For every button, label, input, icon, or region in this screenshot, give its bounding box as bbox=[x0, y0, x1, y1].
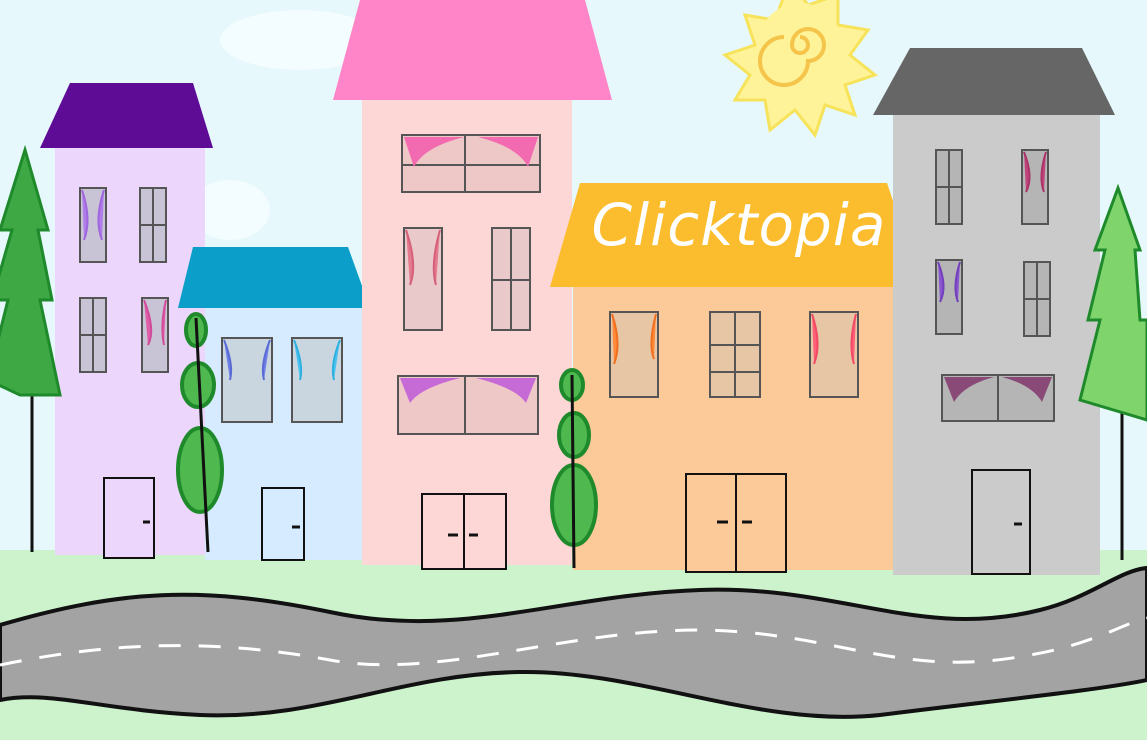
house-roof bbox=[178, 247, 370, 308]
window-icon bbox=[1021, 149, 1049, 225]
town-sign-text: Clicktopia bbox=[591, 191, 887, 259]
house-roof bbox=[873, 48, 1115, 115]
town-illustration bbox=[0, 0, 1147, 740]
window-icon bbox=[397, 375, 539, 435]
window-icon bbox=[709, 311, 761, 398]
house-gray bbox=[873, 48, 1115, 575]
window-icon bbox=[609, 311, 659, 398]
door-icon bbox=[971, 469, 1031, 575]
door-icon bbox=[421, 493, 507, 570]
door-icon bbox=[685, 473, 787, 573]
window-icon bbox=[139, 187, 167, 263]
window-icon bbox=[141, 297, 169, 373]
window-icon bbox=[291, 337, 343, 423]
window-icon bbox=[79, 187, 107, 263]
window-icon bbox=[935, 149, 963, 225]
window-icon bbox=[401, 134, 541, 193]
window-icon bbox=[935, 259, 963, 335]
door-icon bbox=[261, 487, 305, 561]
window-icon bbox=[79, 297, 107, 373]
window-icon bbox=[221, 337, 273, 423]
window-icon bbox=[809, 311, 859, 398]
window-icon bbox=[403, 227, 443, 331]
door-icon bbox=[103, 477, 155, 559]
window-icon bbox=[941, 374, 1055, 422]
window-icon bbox=[1023, 261, 1051, 337]
window-icon bbox=[491, 227, 531, 331]
town-scene: Clicktopia bbox=[0, 0, 1147, 740]
house-roof bbox=[333, 0, 612, 100]
house-roof bbox=[40, 83, 213, 148]
